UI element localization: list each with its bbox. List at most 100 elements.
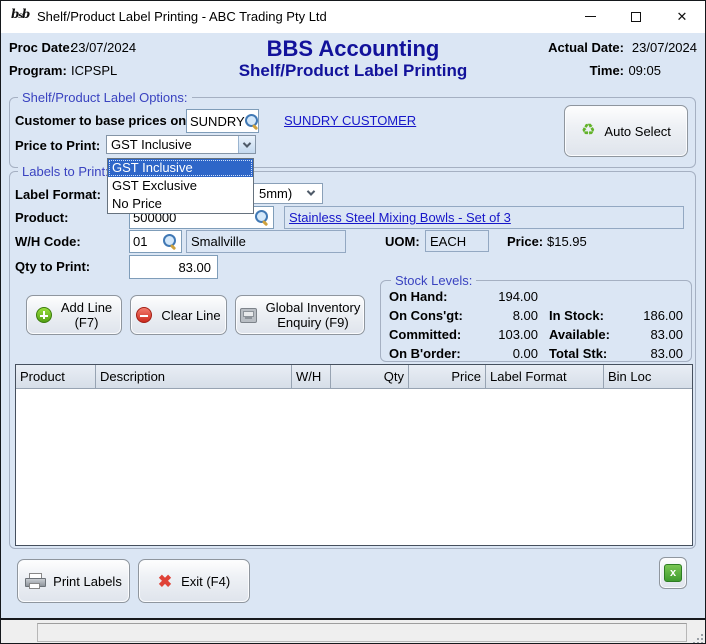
maximize-icon: [631, 12, 641, 22]
product-description-link[interactable]: Stainless Steel Mixing Bowls - Set of 3: [289, 210, 511, 225]
stock-row: On Cons'gt: 8.00 In Stock: 186.00: [381, 308, 691, 324]
stock-levels-group: Stock Levels: On Hand: 194.00 On Cons'gt…: [380, 280, 692, 362]
print-labels-label: Print Labels: [53, 574, 122, 589]
minimize-icon: [585, 16, 596, 17]
time-value: 09:05: [628, 63, 661, 78]
labels-table-header: Product Description W/H Qty Price Label …: [16, 365, 692, 389]
qty-to-print-label: Qty to Print:: [15, 259, 90, 274]
window-controls: ✕: [567, 1, 705, 32]
wh-code-input[interactable]: 01: [129, 230, 182, 253]
wh-code-value: 01: [133, 234, 163, 249]
stock-value: 103.00: [441, 327, 538, 342]
exit-label: Exit (F4): [181, 574, 230, 589]
add-line-key: (F7): [75, 315, 99, 330]
wh-name-field: Smallville: [186, 230, 346, 253]
column-header-wh: W/H: [292, 365, 331, 388]
price-to-print-combo[interactable]: GST Inclusive: [106, 135, 256, 154]
price-to-print-dropdown-list: GST Inclusive GST Exclusive No Price: [107, 158, 254, 214]
export-excel-button[interactable]: x: [659, 557, 687, 589]
labels-group-legend: Labels to Print:: [18, 164, 113, 179]
column-header-label-format: Label Format: [486, 365, 604, 388]
stock-value: 194.00: [441, 289, 538, 304]
excel-icon: x: [664, 564, 682, 582]
global-enquiry-button[interactable]: Global Inventory Enquiry (F9): [235, 295, 365, 335]
exit-button[interactable]: ✖ Exit (F4): [138, 559, 250, 603]
label-format-label: Label Format:: [15, 187, 101, 202]
dropdown-option-gst-exclusive[interactable]: GST Exclusive: [108, 177, 253, 195]
price-label: Price:: [507, 234, 543, 249]
clear-icon: [136, 307, 152, 323]
clear-line-button[interactable]: Clear Line: [130, 295, 227, 335]
dropdown-option-no-price[interactable]: No Price: [108, 195, 253, 213]
product-search-icon[interactable]: [255, 210, 270, 225]
column-header-qty: Qty: [331, 365, 409, 388]
close-icon: ✕: [677, 9, 688, 25]
app-icon: bsb: [11, 7, 31, 27]
close-button[interactable]: ✕: [659, 1, 705, 32]
time-label: Time:: [590, 63, 624, 78]
status-message-panel: [37, 623, 687, 642]
uom-field: EACH: [425, 230, 489, 252]
stock-label: On Hand:: [389, 289, 448, 304]
global-enquiry-label: Global Inventory: [266, 300, 361, 315]
customer-code-input[interactable]: SUNDRY: [186, 109, 259, 133]
maximize-button[interactable]: [613, 1, 659, 32]
status-bar: [1, 620, 705, 644]
global-enquiry-key: Enquiry (F9): [277, 315, 349, 330]
stock-value: 186.00: [611, 308, 683, 323]
customer-label: Customer to base prices on:: [15, 113, 191, 128]
options-group-legend: Shelf/Product Label Options:: [18, 90, 192, 105]
exit-cross-icon: ✖: [158, 573, 172, 590]
price-to-print-value: GST Inclusive: [107, 137, 238, 152]
dropdown-option-gst-inclusive[interactable]: GST Inclusive: [108, 159, 253, 177]
title-bar: bsb Shelf/Product Label Printing - ABC T…: [1, 1, 705, 33]
uom-label: UOM:: [385, 234, 420, 249]
stock-label: Total Stk:: [549, 346, 607, 361]
wh-search-icon[interactable]: [163, 234, 178, 249]
clear-line-label: Clear Line: [161, 308, 220, 323]
stock-value: 8.00: [441, 308, 538, 323]
labels-table-body: [16, 389, 692, 545]
stock-value: 83.00: [611, 327, 683, 342]
chevron-down-icon: [243, 139, 251, 147]
stock-row: Committed: 103.00 Available: 83.00: [381, 327, 691, 343]
customer-code-value: SUNDRY: [190, 114, 245, 129]
stock-label: Available:: [549, 327, 610, 342]
column-header-price: Price: [409, 365, 486, 388]
customer-name-link[interactable]: SUNDRY CUSTOMER: [284, 113, 416, 128]
customer-search-icon[interactable]: [245, 114, 260, 129]
column-header-description: Description: [96, 365, 292, 388]
stock-levels-legend: Stock Levels:: [391, 273, 476, 288]
printer-icon: [25, 573, 44, 589]
stock-label: In Stock:: [549, 308, 604, 323]
add-line-label: Add Line: [61, 300, 112, 315]
stock-value: 0.00: [441, 346, 538, 361]
auto-select-label: Auto Select: [604, 124, 671, 139]
qty-to-print-input[interactable]: 83.00: [129, 255, 218, 279]
wh-code-label: W/H Code:: [15, 234, 81, 249]
app-window: bsb Shelf/Product Label Printing - ABC T…: [0, 0, 706, 644]
resize-grip[interactable]: [697, 638, 699, 640]
price-to-print-arrow[interactable]: [238, 136, 255, 153]
cabinet-icon: [240, 308, 257, 323]
stock-value: 83.00: [611, 346, 683, 361]
price-value: $15.95: [547, 234, 587, 249]
column-header-bin-loc: Bin Loc: [604, 365, 692, 388]
actual-date-value: 23/07/2024: [632, 40, 697, 55]
add-icon: [36, 307, 52, 323]
product-description-box: Stainless Steel Mixing Bowls - Set of 3: [284, 206, 684, 229]
column-header-product: Product: [16, 365, 96, 388]
price-to-print-label: Price to Print:: [15, 138, 100, 153]
auto-select-button[interactable]: ♻ Auto Select: [564, 105, 688, 157]
stock-row: On Hand: 194.00: [381, 289, 691, 305]
recycle-icon: ♻: [581, 123, 595, 139]
minimize-button[interactable]: [567, 1, 613, 32]
product-label: Product:: [15, 210, 68, 225]
labels-table: Product Description W/H Qty Price Label …: [15, 364, 693, 546]
actual-date-label: Actual Date:: [548, 40, 624, 55]
stock-row: On B'order: 0.00 Total Stk: 83.00: [381, 346, 691, 362]
add-line-button[interactable]: Add Line (F7): [26, 295, 122, 335]
window-title: Shelf/Product Label Printing - ABC Tradi…: [37, 1, 327, 33]
qty-to-print-value: 83.00: [178, 260, 211, 275]
print-labels-button[interactable]: Print Labels: [17, 559, 130, 603]
